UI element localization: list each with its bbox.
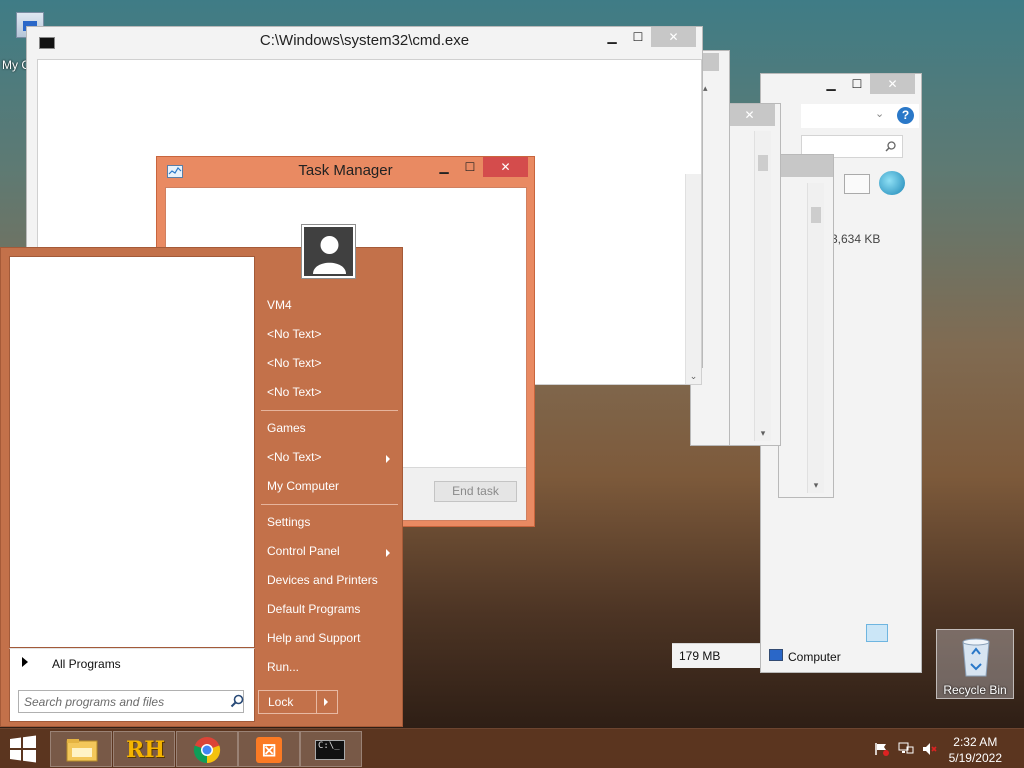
start-item-run[interactable]: Run... (260, 653, 400, 682)
vertical-scrollbar[interactable]: ▾ (807, 183, 824, 493)
close-button[interactable]: ✕ (483, 157, 528, 177)
globe-icon[interactable] (879, 171, 905, 195)
start-item-label: Control Panel (267, 544, 340, 558)
start-item-no-text-4[interactable]: <No Text> (260, 443, 400, 472)
computer-icon (769, 649, 783, 661)
start-menu-program-list[interactable] (9, 256, 255, 648)
maximize-button[interactable]: ☐ (844, 74, 870, 94)
taskbar-chrome[interactable] (176, 731, 238, 767)
explorer-status-left: 179 MB (672, 643, 760, 668)
cmd-caption-buttons: ▁ ☐ ✕ (599, 27, 696, 47)
taskbar-xampp[interactable]: ⊠ (238, 731, 300, 767)
chevron-down-icon[interactable]: ⌄ (875, 107, 884, 120)
start-item-games[interactable]: Games (260, 414, 400, 443)
start-item-default-programs[interactable]: Default Programs (260, 595, 400, 624)
status-location: Computer (788, 650, 841, 664)
close-button[interactable] (701, 53, 719, 71)
start-item-no-text-1[interactable]: <No Text> (260, 320, 400, 349)
start-item-label: <No Text> (267, 450, 322, 464)
windows-start-button[interactable] (8, 735, 38, 763)
end-task-button[interactable]: End task (434, 481, 517, 502)
maximize-button[interactable]: ☐ (625, 27, 651, 47)
start-item-user[interactable]: VM4 (260, 291, 400, 320)
start-item-settings[interactable]: Settings (260, 508, 400, 537)
cmd-icon: C:\_ (315, 740, 345, 760)
minimize-button[interactable]: ▁ (431, 157, 457, 177)
all-programs-label: All Programs (52, 657, 121, 671)
start-search-area (9, 682, 255, 722)
lock-label: Lock (268, 695, 294, 709)
start-menu[interactable]: All Programs VM4 <No Text> <No Text> <No… (0, 224, 403, 727)
recycle-bin-desktop-icon[interactable]: Recycle Bin (936, 629, 1014, 699)
minimize-button[interactable]: ▁ (818, 74, 844, 94)
start-item-help-support[interactable]: Help and Support (260, 624, 400, 653)
start-item-devices-printers[interactable]: Devices and Printers (260, 566, 400, 595)
expand-arrow-icon (22, 657, 28, 667)
action-center-flag-icon[interactable] (874, 742, 890, 756)
user-avatar[interactable] (301, 224, 356, 279)
scroll-up-arrow[interactable]: ▴ (703, 83, 708, 94)
start-item-control-panel[interactable]: Control Panel (260, 537, 400, 566)
user-icon (313, 236, 346, 274)
close-button[interactable]: ✕ (870, 74, 915, 94)
maximize-button[interactable]: ☐ (457, 157, 483, 177)
all-programs-button[interactable]: All Programs (9, 648, 255, 682)
start-item-no-text-2[interactable]: <No Text> (260, 349, 400, 378)
start-menu-right-pane: VM4 <No Text> <No Text> <No Text> Games … (260, 291, 400, 682)
taskbar-clock[interactable]: 2:32 AM 5/19/2022 (949, 734, 1002, 766)
shutdown-options-arrow[interactable] (316, 691, 337, 713)
start-search-input[interactable] (18, 690, 244, 713)
task-manager-caption-buttons: ▁ ☐ ✕ (431, 157, 528, 177)
clock-date: 5/19/2022 (948, 751, 1002, 765)
taskbar-cmd[interactable]: C:\_ (300, 731, 362, 767)
background-window-3[interactable]: ▾ (778, 154, 834, 498)
file-explorer-icon (66, 739, 98, 762)
close-button[interactable] (779, 155, 833, 177)
separator (261, 410, 398, 411)
help-icon[interactable]: ? (897, 107, 914, 124)
separator (261, 504, 398, 505)
clock-time: 2:32 AM (953, 735, 998, 749)
xampp-icon: ⊠ (256, 737, 282, 763)
close-button[interactable]: ✕ (724, 104, 775, 126)
search-icon (885, 141, 896, 152)
explorer-status-bar: 179 MB Computer (679, 645, 921, 671)
large-icons-view-icon[interactable] (891, 624, 911, 642)
volume-muted-icon[interactable] (922, 742, 938, 756)
recycle-bin-icon (962, 638, 990, 677)
chrome-icon (193, 737, 221, 764)
start-item-my-computer[interactable]: My Computer (260, 472, 400, 501)
taskbar: RH ⊠ C:\_ 2:32 AM 5/19/2022 (0, 728, 1024, 768)
submenu-arrow-icon (386, 455, 390, 463)
mail-icon[interactable] (844, 174, 870, 194)
rh-icon: RH (126, 737, 166, 763)
search-icon[interactable] (230, 694, 244, 708)
details-view-icon[interactable] (866, 624, 888, 642)
submenu-arrow-icon (386, 549, 390, 557)
close-button[interactable]: ✕ (651, 27, 696, 47)
vertical-scrollbar[interactable]: ▾ (754, 131, 771, 441)
taskbar-file-explorer[interactable] (50, 731, 112, 767)
windows-logo-icon (10, 735, 36, 763)
start-item-no-text-3[interactable]: <No Text> (260, 378, 400, 407)
minimize-button[interactable]: ▁ (599, 27, 625, 47)
vertical-scrollbar[interactable]: ⌄ (685, 174, 701, 384)
explorer-caption-buttons: ▁ ☐ ✕ (818, 74, 915, 94)
lock-button[interactable]: Lock (258, 690, 338, 714)
memory-value: 3,634 KB (831, 232, 881, 246)
status-size: 179 MB (679, 649, 721, 663)
taskbar-rh-app[interactable]: RH (113, 731, 175, 767)
recycle-bin-label: Recycle Bin (943, 683, 1007, 697)
network-icon[interactable] (898, 742, 914, 756)
explorer-ribbon-area: ⌄ ? (801, 104, 919, 128)
